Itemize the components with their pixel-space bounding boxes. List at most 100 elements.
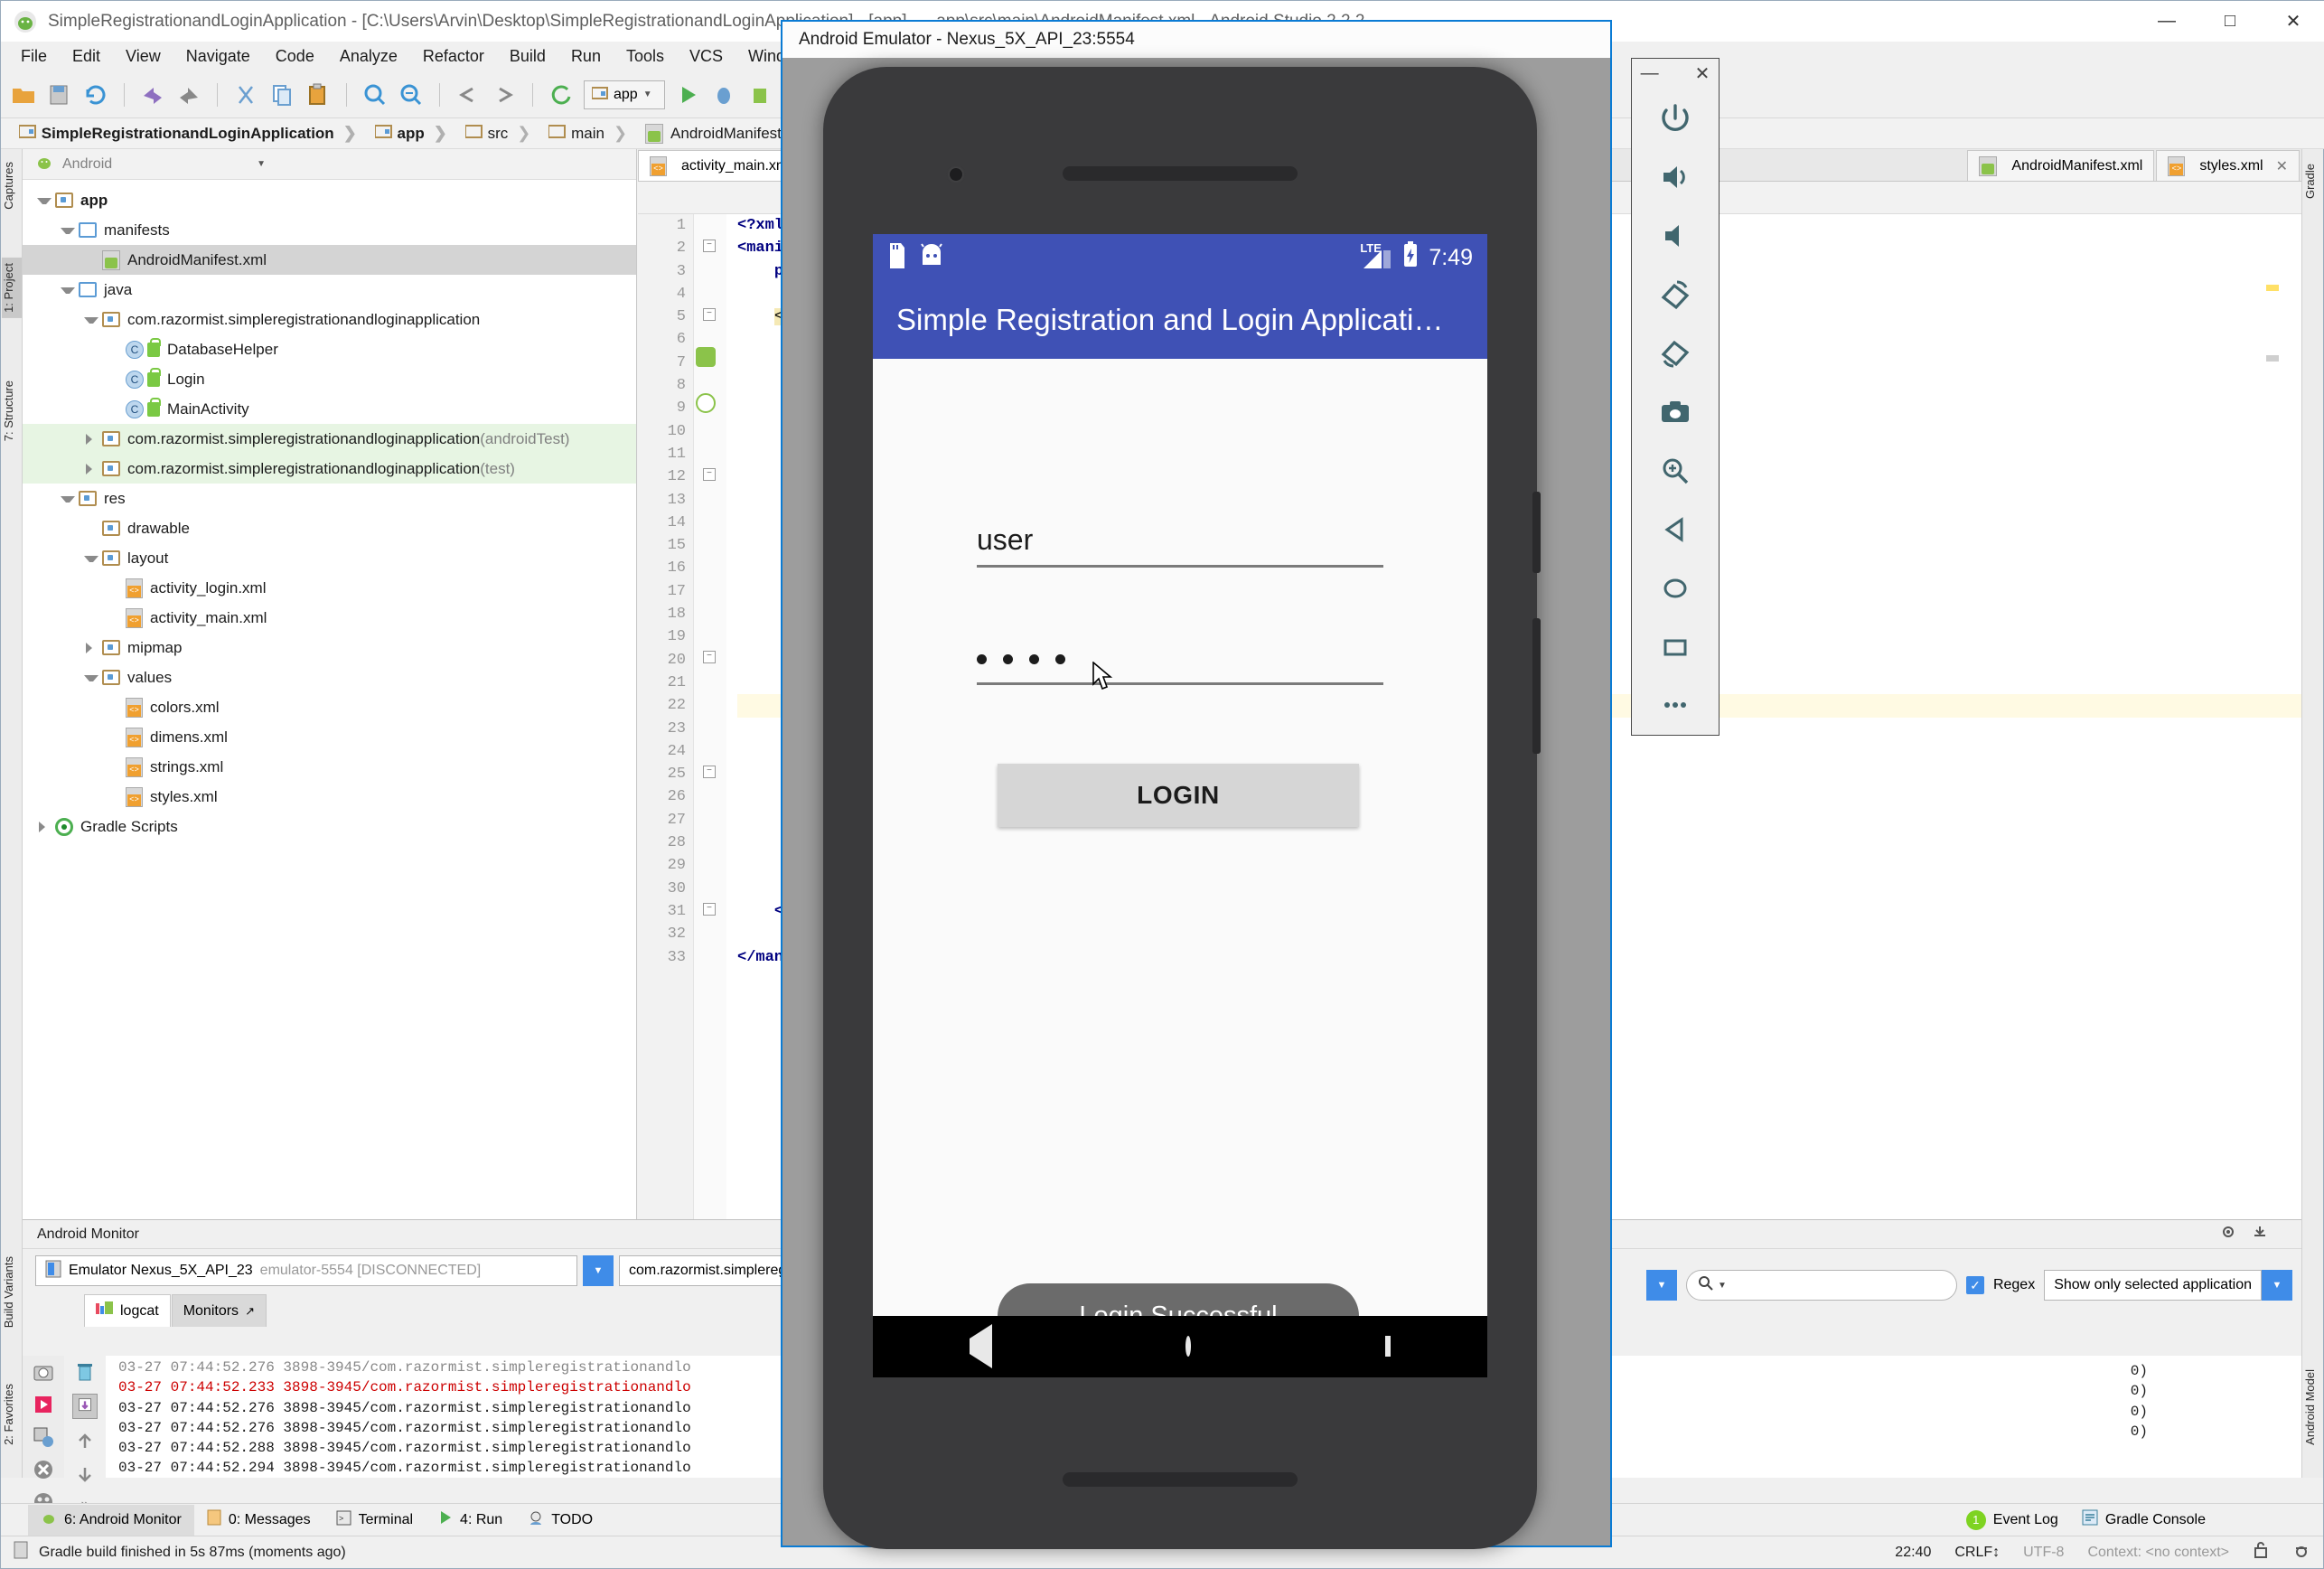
tree-item-databasehelper[interactable]: C DatabaseHelper	[23, 334, 636, 364]
editor-tab-android-manifest[interactable]: AndroidManifest.xml	[1967, 150, 2155, 181]
find-icon[interactable]	[361, 81, 389, 108]
paste-icon[interactable]	[305, 81, 332, 108]
gradle-console-button[interactable]: Gradle Console	[2082, 1509, 2206, 1530]
close-button[interactable]: ✕	[2262, 1, 2324, 42]
tree-item-java[interactable]: java	[23, 275, 636, 305]
screenshot-camera-icon[interactable]	[1631, 382, 1720, 441]
tree-item-mipmap[interactable]: mipmap	[23, 633, 636, 662]
bottom-tab-todo[interactable]: TODO	[515, 1505, 605, 1536]
device-dropdown-button[interactable]: ▼	[583, 1255, 614, 1286]
menu-analyze[interactable]: Analyze	[327, 43, 410, 70]
home-circle-icon[interactable]	[1185, 1336, 1192, 1357]
attach-debugger-icon[interactable]	[746, 81, 773, 108]
context-label[interactable]: Context: <no context>	[2087, 1545, 2229, 1561]
expand-arrow-icon[interactable]	[59, 491, 75, 507]
line-separator[interactable]: CRLF↕	[1954, 1545, 2000, 1561]
redo-icon[interactable]	[175, 81, 202, 108]
recents-square-icon[interactable]	[1384, 1336, 1391, 1357]
tool-tab-captures[interactable]: Captures	[2, 156, 22, 215]
logcat-search-input[interactable]: ▼	[1685, 1270, 1957, 1301]
tree-item-mainactivity[interactable]: C MainActivity	[23, 394, 636, 424]
tree-item-gradle-scripts[interactable]: Gradle Scripts	[23, 812, 636, 841]
run-button-icon[interactable]	[674, 81, 701, 108]
search-field[interactable]	[1729, 1277, 1956, 1293]
collapse-arrow-icon[interactable]	[82, 640, 98, 656]
menu-run[interactable]: Run	[558, 43, 614, 70]
minimize-panel-icon[interactable]	[2251, 1223, 2269, 1245]
bottom-tab-messages[interactable]: 0: Messages	[194, 1505, 323, 1536]
caret-position[interactable]: 22:40	[1895, 1545, 1931, 1561]
tree-item-dimens-xml[interactable]: dimens.xml	[23, 722, 636, 752]
expand-arrow-icon[interactable]	[82, 312, 98, 328]
open-folder-icon[interactable]	[10, 81, 37, 108]
close-icon[interactable]: ✕	[2276, 157, 2288, 175]
fold-marker-icon-5[interactable]: −	[703, 766, 716, 778]
device-selector[interactable]: Emulator Nexus_5X_API_23 emulator-5554 […	[35, 1255, 577, 1286]
tool-tab-project[interactable]: 1: Project	[2, 258, 22, 318]
expand-arrow-icon[interactable]	[82, 670, 98, 686]
fold-marker-icon[interactable]: −	[703, 240, 716, 252]
power-side-button[interactable]	[1532, 492, 1541, 573]
username-field[interactable]: user	[977, 523, 1383, 568]
menu-tools[interactable]: Tools	[614, 43, 677, 70]
breadcrumb-main[interactable]: main ❯	[548, 124, 645, 143]
undo-icon[interactable]	[139, 81, 166, 108]
screenshot-icon[interactable]	[31, 1359, 56, 1385]
event-log-button[interactable]: 1 Event Log	[1965, 1509, 2058, 1530]
volume-down-icon[interactable]	[1631, 206, 1720, 265]
cut-icon[interactable]	[232, 81, 259, 108]
menu-navigate[interactable]: Navigate	[173, 43, 263, 70]
screen-record-icon[interactable]	[31, 1392, 56, 1417]
tree-item-drawable[interactable]: drawable	[23, 513, 636, 543]
breadcrumb-src[interactable]: src ❯	[464, 124, 549, 143]
login-button[interactable]: LOGIN	[998, 764, 1359, 827]
bottom-tab-android-monitor[interactable]: 6: Android Monitor	[28, 1504, 194, 1536]
clear-logcat-trash-icon[interactable]	[72, 1359, 98, 1385]
tree-item-values[interactable]: values	[23, 662, 636, 692]
terminate-icon[interactable]	[31, 1457, 56, 1482]
tab-monitors[interactable]: Monitors ↗	[171, 1294, 267, 1327]
filter-dropdown-button[interactable]: ▼	[2262, 1270, 2292, 1301]
power-icon[interactable]	[1631, 89, 1720, 147]
menu-refactor[interactable]: Refactor	[410, 43, 497, 70]
tree-item-manifests[interactable]: manifests	[23, 215, 636, 245]
editor-tab-styles[interactable]: styles.xml ✕	[2156, 150, 2300, 181]
collapse-arrow-icon[interactable]	[82, 431, 98, 447]
forward-nav-icon[interactable]	[491, 81, 518, 108]
project-view-selector[interactable]: Android ▼	[23, 149, 636, 180]
regex-checkbox[interactable]: ✓	[1965, 1276, 1984, 1294]
back-triangle-icon[interactable]	[970, 1324, 993, 1368]
emulator-close-button[interactable]: ✕	[1695, 62, 1710, 85]
replace-icon[interactable]	[398, 81, 425, 108]
tool-tab-gradle[interactable]: Gradle	[2303, 158, 2323, 204]
fold-marker-icon-6[interactable]: −	[703, 903, 716, 916]
breadcrumb-app[interactable]: app ❯	[373, 124, 465, 143]
run-configuration-selector[interactable]: app ▼	[584, 80, 665, 109]
tree-item-com-razormist-simpleregistrationandloginapplication[interactable]: com.razormist.simpleregistrationandlogin…	[23, 454, 636, 484]
editor-change-marker[interactable]	[2266, 355, 2279, 362]
chevron-down-icon[interactable]: ▼	[1718, 1281, 1727, 1291]
expand-arrow-icon[interactable]	[82, 550, 98, 567]
scroll-down-icon[interactable]	[72, 1462, 98, 1488]
password-field[interactable]	[977, 641, 1383, 685]
bottom-tab-run[interactable]: 4: Run	[426, 1505, 515, 1536]
tree-item-activity-login-xml[interactable]: activity_login.xml	[23, 573, 636, 603]
tree-item-activity-main-xml[interactable]: activity_main.xml	[23, 603, 636, 633]
rotate-left-icon[interactable]	[1631, 265, 1720, 324]
tree-item-layout[interactable]: layout	[23, 543, 636, 573]
tool-tab-favorites[interactable]: 2: Favorites	[2, 1378, 22, 1451]
menu-view[interactable]: View	[113, 43, 173, 70]
scroll-to-end-icon[interactable]	[72, 1394, 98, 1419]
debug-button-icon[interactable]	[710, 81, 737, 108]
filter-selector[interactable]: Show only selected application	[2044, 1270, 2262, 1301]
encoding[interactable]: UTF-8	[2023, 1545, 2064, 1561]
save-all-icon[interactable]	[46, 81, 73, 108]
device-screen[interactable]: LTE 7:49 Simple Registration and Login A…	[873, 234, 1487, 1377]
recents-square-icon[interactable]	[1631, 617, 1720, 676]
expand-arrow-icon[interactable]	[35, 193, 52, 209]
tool-tab-build-variants[interactable]: Build Variants	[2, 1251, 22, 1333]
menu-edit[interactable]: Edit	[60, 43, 113, 70]
tree-item-colors-xml[interactable]: colors.xml	[23, 692, 636, 722]
tree-item-strings-xml[interactable]: strings.xml	[23, 752, 636, 782]
collapse-arrow-icon[interactable]	[82, 461, 98, 477]
